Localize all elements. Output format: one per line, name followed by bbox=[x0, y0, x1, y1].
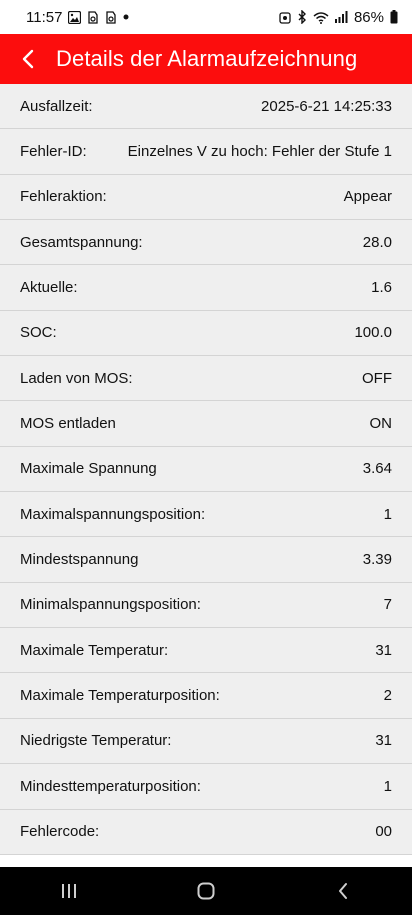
alarm-details-list: Ausfallzeit: 2025-6-21 14:25:33 Fehler-ID… bbox=[0, 84, 412, 855]
recent-apps-button[interactable] bbox=[39, 867, 99, 915]
home-icon bbox=[197, 882, 215, 900]
dot-icon bbox=[123, 14, 129, 20]
row-value: Appear bbox=[343, 188, 392, 206]
notification-icon bbox=[105, 10, 117, 24]
row-value: 1 bbox=[383, 777, 392, 795]
row-label: Mindestspannung bbox=[20, 551, 139, 569]
row-label: Aktuelle: bbox=[20, 279, 78, 297]
row-value: 31 bbox=[375, 641, 392, 659]
app-bar: Details der Alarmaufzeichnung bbox=[0, 34, 412, 84]
bluetooth-icon bbox=[297, 10, 307, 24]
row-value: 100.0 bbox=[354, 324, 392, 342]
list-bottom-spacer bbox=[0, 855, 412, 867]
row-label: Fehlercode: bbox=[20, 823, 100, 841]
detail-row-error-code: Fehlercode: 00 bbox=[0, 810, 412, 855]
detail-row-max-temperature: Maximale Temperatur: 31 bbox=[0, 628, 412, 674]
system-nav-bar bbox=[0, 867, 412, 915]
back-button[interactable] bbox=[0, 34, 56, 84]
notification-icon bbox=[87, 10, 99, 24]
row-label: Minimalspannungsposition: bbox=[20, 596, 201, 614]
row-label: SOC: bbox=[20, 324, 57, 342]
row-label: MOS entladen bbox=[20, 415, 116, 433]
row-value: 31 bbox=[375, 732, 392, 750]
detail-row-fault-time: Ausfallzeit: 2025-6-21 14:25:33 bbox=[0, 84, 412, 130]
row-label: Ausfallzeit: bbox=[20, 97, 93, 115]
detail-row-total-voltage: Gesamtspannung: 28.0 bbox=[0, 220, 412, 266]
row-label: Maximale Spannung bbox=[20, 460, 157, 478]
detail-row-current: Aktuelle: 1.6 bbox=[0, 265, 412, 311]
detail-row-max-temperature-position: Maximale Temperaturposition: 2 bbox=[0, 673, 412, 719]
gallery-icon bbox=[68, 10, 82, 24]
detail-row-fault-id: Fehler-ID: Einzelnes V zu hoch: Fehler de… bbox=[0, 129, 412, 175]
row-value: 00 bbox=[375, 823, 392, 841]
row-label: Maximale Temperaturposition: bbox=[20, 687, 220, 705]
status-bar: 11:57 86% bbox=[0, 0, 412, 34]
row-value: 2 bbox=[383, 687, 392, 705]
wifi-icon bbox=[313, 11, 329, 24]
row-value: 1 bbox=[383, 505, 392, 523]
back-icon bbox=[339, 883, 348, 899]
signal-icon bbox=[334, 11, 348, 23]
detail-row-max-voltage: Maximale Spannung 3.64 bbox=[0, 447, 412, 493]
row-value: 3.39 bbox=[362, 551, 392, 569]
row-label: Laden von MOS: bbox=[20, 369, 133, 387]
row-label: Fehler-ID: bbox=[20, 143, 87, 161]
recent-apps-icon bbox=[61, 884, 76, 898]
status-bar-left: 11:57 bbox=[26, 9, 129, 26]
home-button[interactable] bbox=[176, 867, 236, 915]
status-time: 11:57 bbox=[26, 8, 63, 26]
chevron-left-icon bbox=[22, 49, 34, 69]
row-value: Einzelnes V zu hoch: Fehler der Stufe 1 bbox=[127, 143, 392, 161]
detail-row-min-voltage: Mindestspannung 3.39 bbox=[0, 537, 412, 583]
row-value: OFF bbox=[362, 369, 392, 387]
row-value: 3.64 bbox=[362, 460, 392, 478]
row-label: Fehleraktion: bbox=[20, 188, 107, 206]
detail-row-min-temperature: Niedrigste Temperatur: 31 bbox=[0, 719, 412, 765]
row-value: 28.0 bbox=[362, 233, 392, 251]
row-value: ON bbox=[369, 415, 393, 433]
detail-row-charge-mos: Laden von MOS: OFF bbox=[0, 356, 412, 402]
detail-row-discharge-mos: MOS entladen ON bbox=[0, 401, 412, 447]
detail-row-fault-action: Fehleraktion: Appear bbox=[0, 175, 412, 221]
battery-icon bbox=[390, 10, 398, 24]
status-bar-right: 86% bbox=[279, 9, 398, 26]
row-value: 7 bbox=[383, 596, 392, 614]
detail-row-soc: SOC: 100.0 bbox=[0, 311, 412, 357]
row-label: Gesamtspannung: bbox=[20, 233, 143, 251]
page-title: Details der Alarmaufzeichnung bbox=[56, 46, 358, 71]
row-label: Maximalspannungsposition: bbox=[20, 505, 206, 523]
detail-row-min-temperature-position: Mindesttemperaturposition: 1 bbox=[0, 764, 412, 810]
row-label: Maximale Temperatur: bbox=[20, 641, 169, 659]
detail-row-max-voltage-position: Maximalspannungsposition: 1 bbox=[0, 492, 412, 538]
row-value: 1.6 bbox=[371, 279, 392, 297]
detail-row-min-voltage-position: Minimalspannungsposition: 7 bbox=[0, 583, 412, 629]
alarm-icon bbox=[279, 11, 291, 24]
row-label: Niedrigste Temperatur: bbox=[20, 732, 172, 750]
row-label: Mindesttemperaturposition: bbox=[20, 777, 201, 795]
battery-percent: 86% bbox=[353, 8, 384, 26]
row-value: 2025-6-21 14:25:33 bbox=[261, 97, 392, 115]
system-back-button[interactable] bbox=[313, 867, 373, 915]
